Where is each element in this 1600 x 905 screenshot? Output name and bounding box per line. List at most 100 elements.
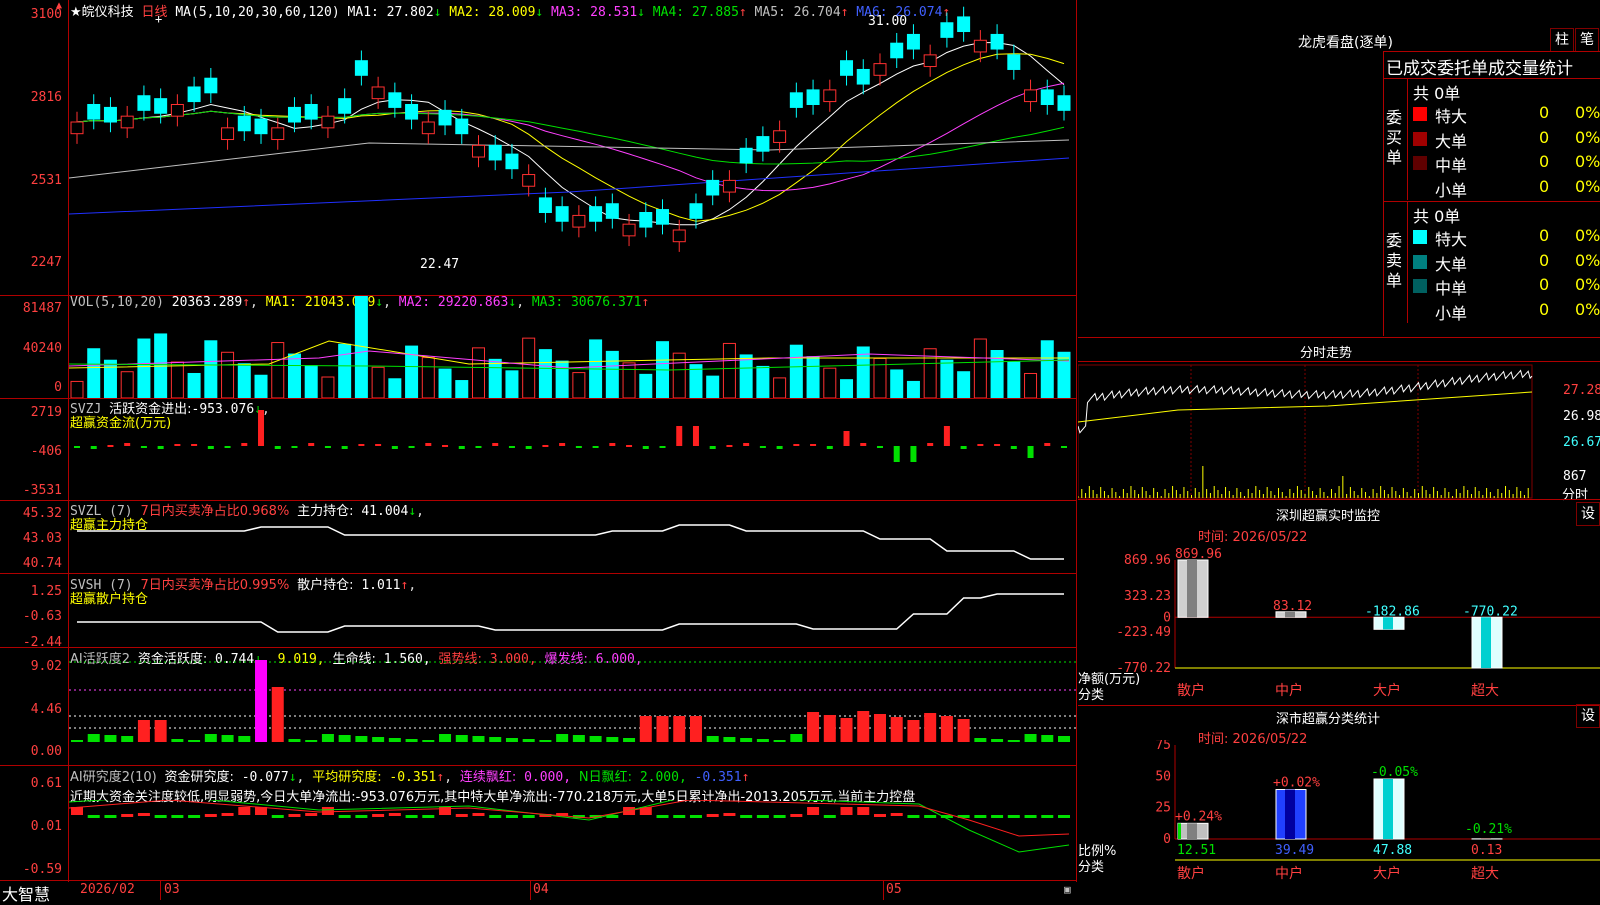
volume-bar xyxy=(238,364,250,398)
right-panel: 龙虎看盘(逐单) 柱 笔 已成交委托单成交量统计 委买单 共 0单 特大00%大… xyxy=(1078,0,1600,900)
ai1-bar xyxy=(456,735,468,742)
candle xyxy=(857,69,869,84)
ai1-bar xyxy=(606,737,618,742)
lock-icon[interactable]: ▣ xyxy=(1064,883,1071,896)
candle xyxy=(523,175,535,187)
svzj-bar xyxy=(492,443,498,446)
monitor-category: 中户 xyxy=(1275,682,1303,699)
ai2-d: N日飘红: xyxy=(579,770,632,785)
ai2-dv: 2.000, xyxy=(640,770,687,785)
volume-chart xyxy=(69,296,1076,398)
volume-bar xyxy=(422,358,434,398)
sell-row: 大单00% xyxy=(1407,250,1600,274)
ai1-bar xyxy=(155,720,167,742)
candle xyxy=(556,207,568,222)
svzj-bar xyxy=(1011,446,1017,449)
classify-ytick: 75 xyxy=(1155,740,1171,753)
svzj-bar xyxy=(124,443,130,446)
ma-line xyxy=(69,158,1069,214)
volume-bar xyxy=(255,375,267,398)
xaxis-label: 03 xyxy=(164,882,180,897)
svzj-bar xyxy=(475,446,481,448)
svzj-bar xyxy=(542,445,548,447)
volume-bar xyxy=(1025,373,1037,398)
candle xyxy=(138,96,150,111)
ai1-ytick: 4.46 xyxy=(0,702,62,717)
candle xyxy=(841,61,853,76)
ai1-bar xyxy=(807,712,819,742)
ai2-bar xyxy=(138,813,150,816)
classify-settings-button[interactable]: 设 xyxy=(1576,704,1600,728)
ai2-bar xyxy=(255,807,267,815)
ai1-bar xyxy=(539,740,551,742)
ai2-ytick: 0.61 xyxy=(0,776,62,791)
volume-bar xyxy=(1008,362,1020,398)
candle xyxy=(907,34,919,49)
svzj-bar xyxy=(258,410,264,446)
ai1-bar xyxy=(71,740,83,742)
ai2-bar xyxy=(841,807,853,815)
svzj-bar xyxy=(191,444,197,446)
classify-ytick: 50 xyxy=(1155,769,1171,784)
ai2-header: AI研究度2(10) 资金研究度: -0.077↓, 平均研究度: -0.351… xyxy=(70,766,749,785)
ai2-bar xyxy=(389,813,401,816)
volume-bar xyxy=(1058,352,1070,398)
svzj-bar xyxy=(358,444,364,446)
bar-mode-button[interactable]: 柱 xyxy=(1550,28,1574,52)
arrow-up-icon: ▲ xyxy=(56,0,62,11)
ai1-bar xyxy=(355,736,367,742)
monitor-ytick: -223.49 xyxy=(1116,625,1171,640)
volume-bar xyxy=(740,355,752,398)
ai1-bar xyxy=(590,736,602,742)
ai1-bar xyxy=(891,717,903,742)
svzj-bar xyxy=(559,443,565,446)
candle xyxy=(723,180,735,192)
monitor-category: 超大 xyxy=(1471,683,1499,699)
candle xyxy=(991,34,1003,49)
volume-bar xyxy=(322,377,334,398)
classify-change-label: -0.05% xyxy=(1371,765,1418,780)
monitor-settings-button[interactable]: 设 xyxy=(1576,502,1600,526)
svsh-ytick: 1.25 xyxy=(0,584,62,599)
monitor-xcat: 分类 xyxy=(1078,684,1104,703)
classify-change-label: +0.24% xyxy=(1175,809,1222,824)
svzj-bar xyxy=(793,444,799,446)
sell-total: 共 0单 xyxy=(1413,203,1460,227)
volume-bar xyxy=(623,363,635,398)
ai2-bar xyxy=(690,815,702,818)
svzj-bar xyxy=(609,443,615,446)
ai1-bar xyxy=(707,736,719,742)
ai1-bar xyxy=(171,739,183,742)
classify-chart: 7550250+0.24%12.51散户+0.02%39.49中户-0.05%4… xyxy=(1078,740,1600,900)
ai2-bar xyxy=(472,813,484,816)
classify-category: 大户 xyxy=(1373,865,1401,882)
ai1-bar xyxy=(439,734,451,742)
ai2-bar xyxy=(288,814,300,817)
volume-bar xyxy=(288,354,300,398)
classify-category: 超大 xyxy=(1471,866,1499,882)
svsh-ytick: -2.44 xyxy=(0,635,62,650)
candle xyxy=(606,204,618,219)
buy-row: 中单00% xyxy=(1407,151,1600,175)
svzj-bar xyxy=(174,444,180,446)
svzj-bar xyxy=(1028,446,1034,458)
candle xyxy=(155,99,167,114)
volume-bar xyxy=(907,381,919,398)
svzj-bar xyxy=(91,446,97,449)
svzj-bar xyxy=(107,445,113,447)
classify-bar-core xyxy=(1383,779,1393,839)
intraday-ytick: 26.67 xyxy=(1563,435,1600,450)
svzl-chart xyxy=(69,501,1076,573)
svzj-bar xyxy=(810,444,816,446)
volume-bar xyxy=(372,367,384,398)
svzj-bar xyxy=(693,426,699,446)
candle xyxy=(121,116,133,128)
classify-value-label: 47.88 xyxy=(1373,843,1412,858)
classify-category: 中户 xyxy=(1275,865,1303,882)
candle xyxy=(958,17,970,32)
monitor-ytick: 0 xyxy=(1163,610,1171,625)
stroke-mode-button[interactable]: 笔 xyxy=(1575,28,1599,52)
ai2-bar xyxy=(757,815,769,818)
ai2-bar xyxy=(222,813,234,816)
classify-bar-core xyxy=(1285,790,1295,839)
